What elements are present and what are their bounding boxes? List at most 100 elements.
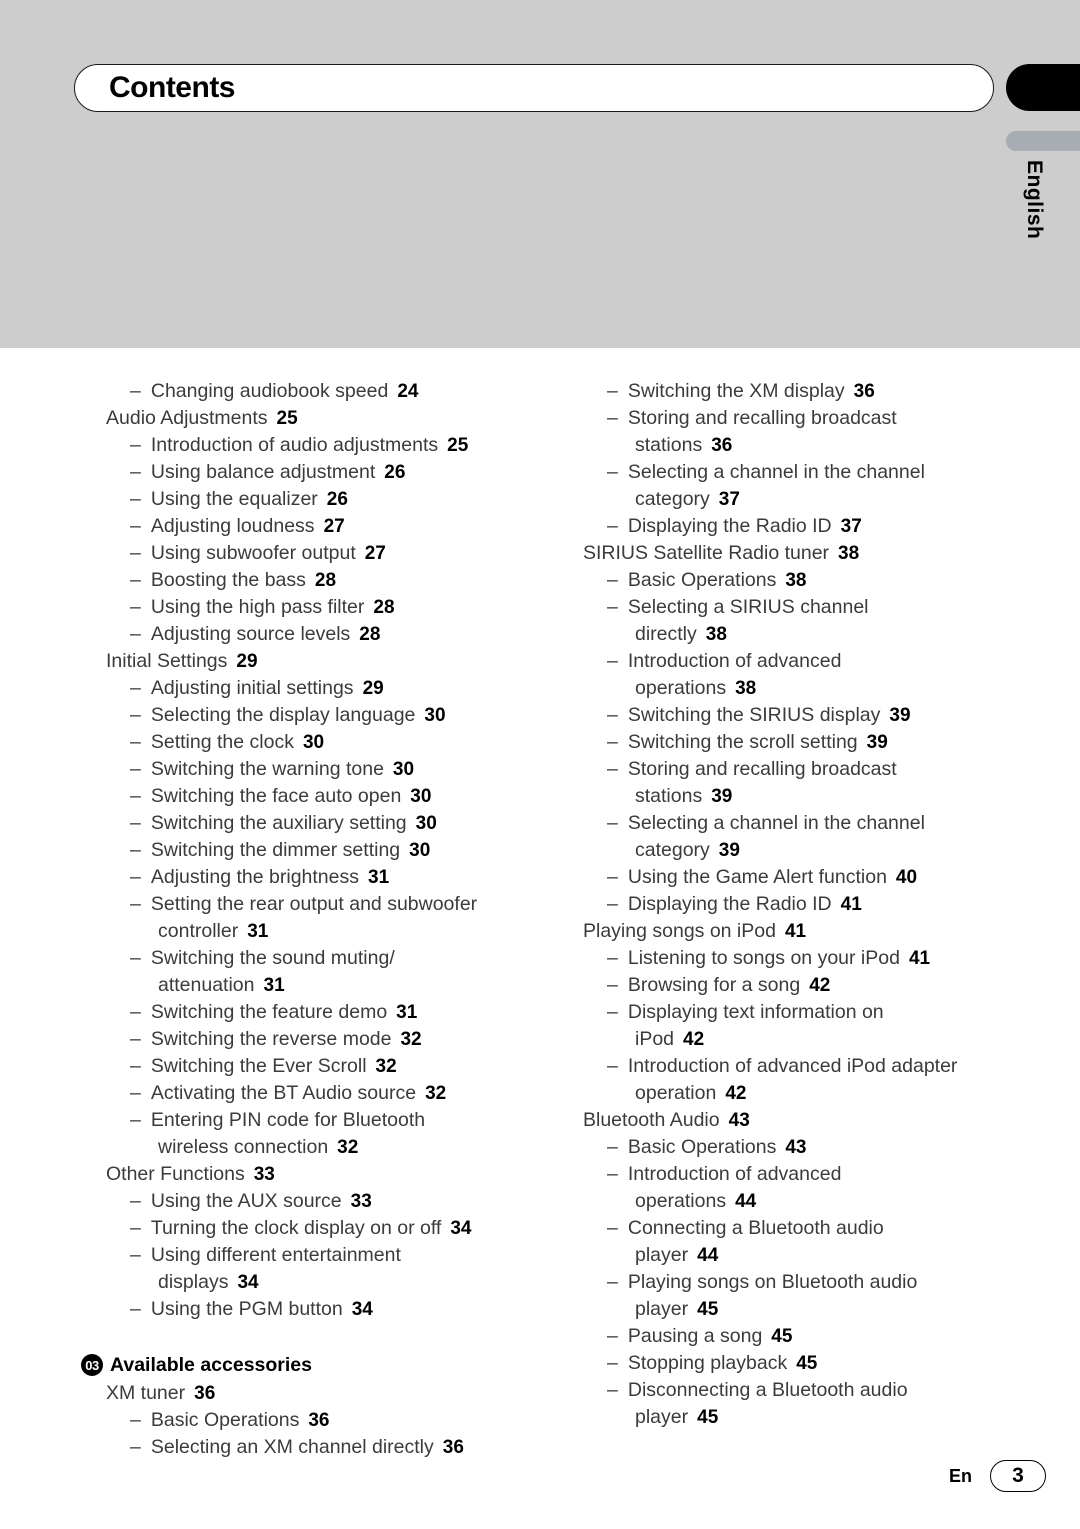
toc-entry-subsection[interactable]: – Switching the auxiliary setting 30 <box>106 810 526 837</box>
toc-entry-subsection[interactable]: – Switching the reverse mode 32 <box>106 1026 526 1053</box>
toc-entry-continuation[interactable]: category 39 <box>583 837 1003 864</box>
toc-entry-subsection[interactable]: – Using the PGM button 34 <box>106 1296 526 1323</box>
toc-entry-subsection[interactable]: – Introduction of advanced iPod adapter <box>583 1053 1003 1080</box>
toc-entry-page-number: 38 <box>705 624 727 645</box>
toc-entry-subsection[interactable]: – Basic Operations 36 <box>106 1407 526 1434</box>
toc-entry-section[interactable]: Bluetooth Audio 43 <box>583 1107 1003 1134</box>
toc-entry-subsection[interactable]: – Switching the Ever Scroll 32 <box>106 1053 526 1080</box>
toc-entry-label: Activating the BT Audio source <box>150 1082 417 1104</box>
toc-entry-page-number: 25 <box>276 408 298 429</box>
toc-entry-section[interactable]: SIRIUS Satellite Radio tuner 38 <box>583 540 1003 567</box>
toc-entry-subsection[interactable]: – Basic Operations 43 <box>583 1134 1003 1161</box>
toc-entry-subsection[interactable]: – Displaying the Radio ID 41 <box>583 891 1003 918</box>
toc-entry-subsection[interactable]: – Setting the rear output and subwoofer <box>106 891 526 918</box>
toc-entry-subsection[interactable]: – Turning the clock display on or off 34 <box>106 1215 526 1242</box>
toc-entry-continuation[interactable]: iPod 42 <box>583 1026 1003 1053</box>
toc-entry-continuation[interactable]: operations 38 <box>583 675 1003 702</box>
toc-entry-continuation[interactable]: directly 38 <box>583 621 1003 648</box>
toc-entry-subsection[interactable]: – Selecting a channel in the channel <box>583 459 1003 486</box>
toc-entry-continuation[interactable]: player 45 <box>583 1296 1003 1323</box>
toc-entry-subsection[interactable]: – Playing songs on Bluetooth audio <box>583 1269 1003 1296</box>
toc-entry-page-number: 30 <box>410 786 432 807</box>
toc-entry-page-number: 45 <box>771 1326 793 1347</box>
toc-entry-subsection[interactable]: – Entering PIN code for Bluetooth <box>106 1107 526 1134</box>
toc-entry-subsection[interactable]: – Stopping playback 45 <box>583 1350 1003 1377</box>
dash-icon: – <box>607 812 618 834</box>
toc-entry-section[interactable]: Playing songs on iPod 41 <box>583 918 1003 945</box>
toc-entry-page-number: 31 <box>368 867 390 888</box>
toc-entry-subsection[interactable]: – Introduction of audio adjustments 25 <box>106 432 526 459</box>
toc-entry-subsection[interactable]: – Using the AUX source 33 <box>106 1188 526 1215</box>
toc-entry-label: Introduction of advanced iPod adapter <box>627 1055 958 1077</box>
toc-entry-label: directly <box>635 623 697 645</box>
toc-entry-subsection[interactable]: – Boosting the bass 28 <box>106 567 526 594</box>
toc-entry-subsection[interactable]: – Adjusting initial settings 29 <box>106 675 526 702</box>
toc-entry-section[interactable]: Audio Adjustments 25 <box>106 405 526 432</box>
toc-entry-continuation[interactable]: stations 36 <box>583 432 1003 459</box>
toc-entry-subsection[interactable]: – Pausing a song 45 <box>583 1323 1003 1350</box>
toc-entry-subsection[interactable]: – Disconnecting a Bluetooth audio <box>583 1377 1003 1404</box>
toc-entry-continuation[interactable]: wireless connection 32 <box>106 1134 526 1161</box>
toc-entry-continuation[interactable]: attenuation 31 <box>106 972 526 999</box>
toc-entry-label: Boosting the bass <box>150 569 306 591</box>
toc-entry-label: Using the PGM button <box>150 1298 343 1320</box>
toc-entry-subsection[interactable]: – Switching the scroll setting 39 <box>583 729 1003 756</box>
toc-entry-subsection[interactable]: – Using different entertainment <box>106 1242 526 1269</box>
toc-entry-label: Bluetooth Audio <box>583 1109 720 1131</box>
toc-entry-subsection[interactable]: – Displaying the Radio ID 37 <box>583 513 1003 540</box>
dash-icon: – <box>607 1352 618 1374</box>
toc-entry-continuation[interactable]: stations 39 <box>583 783 1003 810</box>
toc-entry-subsection[interactable]: – Using the high pass filter 28 <box>106 594 526 621</box>
toc-entry-subsection[interactable]: – Switching the XM display 36 <box>583 378 1003 405</box>
toc-entry-section[interactable]: XM tuner 36 <box>106 1380 526 1407</box>
toc-entry-subsection[interactable]: – Using subwoofer output 27 <box>106 540 526 567</box>
toc-entry-subsection[interactable]: – Adjusting the brightness 31 <box>106 864 526 891</box>
toc-entry-continuation[interactable]: category 37 <box>583 486 1003 513</box>
toc-entry-subsection[interactable]: – Selecting a channel in the channel <box>583 810 1003 837</box>
toc-entry-subsection[interactable]: – Setting the clock 30 <box>106 729 526 756</box>
toc-entry-page-number: 29 <box>362 678 384 699</box>
toc-entry-subsection[interactable]: – Adjusting source levels 28 <box>106 621 526 648</box>
toc-entry-page-number: 39 <box>718 840 740 861</box>
toc-entry-continuation[interactable]: displays 34 <box>106 1269 526 1296</box>
toc-entry-page-number: 38 <box>735 678 757 699</box>
toc-entry-subsection[interactable]: – Switching the dimmer setting 30 <box>106 837 526 864</box>
toc-chapter-heading[interactable]: 03 Available accessories <box>81 1350 526 1380</box>
toc-entry-subsection[interactable]: – Using the equalizer 26 <box>106 486 526 513</box>
toc-entry-subsection[interactable]: – Activating the BT Audio source 32 <box>106 1080 526 1107</box>
toc-entry-continuation[interactable]: controller 31 <box>106 918 526 945</box>
toc-entry-subsection[interactable]: – Selecting a SIRIUS channel <box>583 594 1003 621</box>
toc-entry-subsection[interactable]: – Using balance adjustment 26 <box>106 459 526 486</box>
toc-entry-subsection[interactable]: – Switching the face auto open 30 <box>106 783 526 810</box>
toc-entry-subsection[interactable]: – Introduction of advanced <box>583 648 1003 675</box>
toc-entry-subsection[interactable]: – Displaying text information on <box>583 999 1003 1026</box>
toc-entry-subsection[interactable]: – Introduction of advanced <box>583 1161 1003 1188</box>
toc-entry-page-number: 29 <box>236 651 258 672</box>
toc-entry-subsection[interactable]: – Basic Operations 38 <box>583 567 1003 594</box>
toc-entry-subsection[interactable]: – Storing and recalling broadcast <box>583 756 1003 783</box>
toc-entry-page-number: 36 <box>442 1437 464 1458</box>
toc-entry-page-number: 31 <box>396 1002 418 1023</box>
toc-entry-section[interactable]: Initial Settings 29 <box>106 648 526 675</box>
toc-entry-section[interactable]: Other Functions 33 <box>106 1161 526 1188</box>
toc-entry-subsection[interactable]: – Using the Game Alert function 40 <box>583 864 1003 891</box>
toc-entry-subsection[interactable]: – Listening to songs on your iPod 41 <box>583 945 1003 972</box>
toc-entry-subsection[interactable]: – Browsing for a song 42 <box>583 972 1003 999</box>
toc-entry-label: player <box>635 1406 689 1428</box>
toc-entry-continuation[interactable]: operation 42 <box>583 1080 1003 1107</box>
toc-entry-subsection[interactable]: – Selecting the display language 30 <box>106 702 526 729</box>
toc-entry-continuation[interactable]: player 45 <box>583 1404 1003 1431</box>
toc-entry-subsection[interactable]: – Connecting a Bluetooth audio <box>583 1215 1003 1242</box>
toc-entry-subsection[interactable]: – Switching the sound muting/ <box>106 945 526 972</box>
toc-entry-continuation[interactable]: operations 44 <box>583 1188 1003 1215</box>
toc-entry-subsection[interactable]: – Switching the warning tone 30 <box>106 756 526 783</box>
toc-entry-page-number: 39 <box>711 786 733 807</box>
toc-entry-subsection[interactable]: – Adjusting loudness 27 <box>106 513 526 540</box>
toc-entry-page-number: 33 <box>253 1164 275 1185</box>
toc-entry-continuation[interactable]: player 44 <box>583 1242 1003 1269</box>
toc-entry-subsection[interactable]: – Switching the SIRIUS display 39 <box>583 702 1003 729</box>
toc-entry-subsection[interactable]: – Storing and recalling broadcast <box>583 405 1003 432</box>
toc-entry-subsection[interactable]: – Switching the feature demo 31 <box>106 999 526 1026</box>
toc-entry-subsection[interactable]: – Changing audiobook speed 24 <box>106 378 526 405</box>
toc-entry-label: Audio Adjustments <box>106 407 268 429</box>
